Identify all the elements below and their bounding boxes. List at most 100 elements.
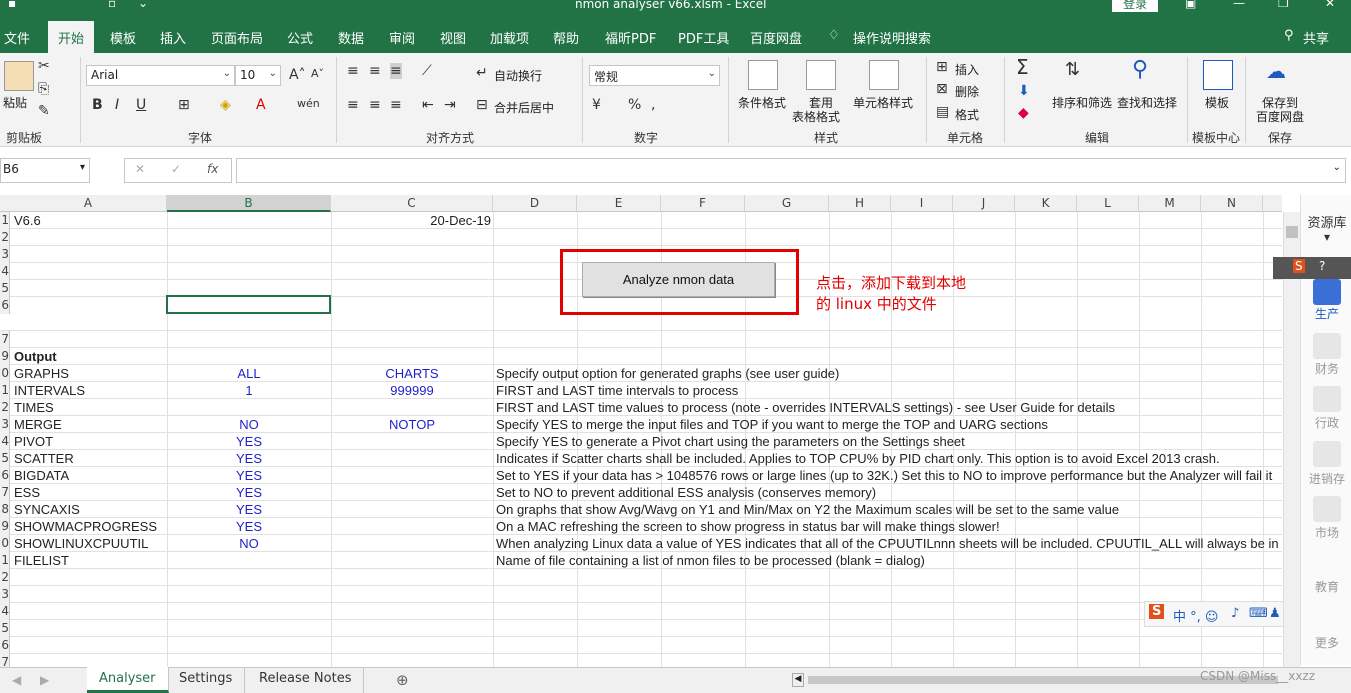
market-icon[interactable] xyxy=(1313,496,1341,522)
customize-icon[interactable]: ▫ xyxy=(108,0,116,10)
prev-sheet-icon[interactable]: ◀ xyxy=(12,673,21,687)
formula-input[interactable]: ⌄ xyxy=(236,158,1346,183)
align-top-icon[interactable]: ≡ xyxy=(347,63,359,79)
align-left-icon[interactable]: ≡ xyxy=(347,97,359,113)
find-select-button[interactable]: 查找和选择 xyxy=(1117,94,1177,111)
name-box[interactable]: B6 ▾ xyxy=(0,158,90,183)
cell-setting-option[interactable]: NOTOP xyxy=(331,416,493,433)
orientation-icon[interactable]: ⟋ xyxy=(422,63,432,79)
cut-icon[interactable]: ✂ xyxy=(38,58,50,74)
login-button[interactable]: 登录 xyxy=(1112,0,1158,12)
cell-setting-description[interactable]: FIRST and LAST time values to process (n… xyxy=(496,399,1115,416)
cell-setting-value[interactable]: YES xyxy=(167,501,331,518)
cell-setting-name[interactable]: TIMES xyxy=(14,399,54,416)
menu-data[interactable]: 数据 xyxy=(338,28,364,47)
next-sheet-icon[interactable]: ▶ xyxy=(40,673,49,687)
align-middle-icon[interactable]: ≡ xyxy=(369,63,381,79)
cell-output-heading[interactable]: Output xyxy=(14,348,57,365)
col-header-c[interactable]: C xyxy=(331,195,493,212)
border-icon[interactable]: ⊞ xyxy=(178,97,190,113)
cell-c1[interactable]: 20-Dec-19 xyxy=(331,212,491,229)
restore-icon[interactable]: ❐ xyxy=(1278,0,1289,10)
copy-icon[interactable]: ⎘ xyxy=(38,81,49,97)
comma-icon[interactable]: , xyxy=(651,97,655,113)
decrease-indent-icon[interactable]: ⇤ xyxy=(422,97,434,113)
row-header[interactable]: 5 xyxy=(0,620,10,637)
side-item-market[interactable]: 市场 xyxy=(1305,524,1349,541)
tab-settings[interactable]: Settings xyxy=(167,667,246,693)
autosum-icon[interactable]: Σ xyxy=(1016,55,1029,79)
cell-setting-value[interactable]: NO xyxy=(167,535,331,552)
row-header[interactable]: 4 xyxy=(0,603,10,620)
keyboard-icon[interactable]: ⌨ xyxy=(1249,606,1268,621)
currency-icon[interactable]: ¥ xyxy=(592,97,601,113)
cell-setting-name[interactable]: INTERVALS xyxy=(14,382,85,399)
chevron-down-icon[interactable]: ▾ xyxy=(1305,230,1349,244)
finance-icon[interactable] xyxy=(1313,333,1341,359)
grow-font-icon[interactable]: A˄ xyxy=(289,67,306,83)
col-header-n[interactable]: N xyxy=(1201,195,1263,212)
side-item-finance[interactable]: 财务 xyxy=(1305,360,1349,377)
cell-setting-value[interactable]: YES xyxy=(167,518,331,535)
col-header-f[interactable]: F xyxy=(661,195,745,212)
row-header[interactable]: 9 xyxy=(0,518,10,535)
selected-cell[interactable] xyxy=(166,295,331,314)
menu-insert[interactable]: 插入 xyxy=(160,28,186,47)
font-color-icon[interactable]: A xyxy=(256,97,266,113)
increase-indent-icon[interactable]: ⇥ xyxy=(444,97,456,113)
insert-function-button[interactable]: fx xyxy=(207,162,218,176)
row-header[interactable]: 6 xyxy=(0,467,10,484)
cell-setting-value[interactable]: ALL xyxy=(167,365,331,382)
cell-setting-description[interactable]: Specify YES to merge the input files and… xyxy=(496,416,1048,433)
production-icon[interactable] xyxy=(1313,279,1341,305)
save-netdisk-label-2[interactable]: 百度网盘 xyxy=(1256,108,1304,125)
row-header[interactable]: 9 xyxy=(0,348,10,365)
cell-setting-name[interactable]: GRAPHS xyxy=(14,365,69,382)
percent-icon[interactable]: % xyxy=(628,97,641,113)
merge-center-button[interactable]: 合并后居中 xyxy=(494,99,554,116)
ime-toolbar[interactable]: S ? xyxy=(1273,257,1351,279)
row-header[interactable]: 1 xyxy=(0,552,10,569)
shrink-font-icon[interactable]: A˅ xyxy=(311,67,324,80)
row-header[interactable]: 5 xyxy=(0,450,10,467)
menu-page-layout[interactable]: 页面布局 xyxy=(211,28,263,47)
fill-color-icon[interactable]: ◈ xyxy=(220,97,231,113)
row-header[interactable]: 8 xyxy=(0,501,10,518)
menu-addins[interactable]: 加载项 xyxy=(490,28,529,47)
cell-setting-description[interactable]: FIRST and LAST time intervals to process xyxy=(496,382,738,399)
col-header-d[interactable]: D xyxy=(493,195,577,212)
col-header-j[interactable]: J xyxy=(953,195,1015,212)
administration-icon[interactable] xyxy=(1313,386,1341,412)
row-header[interactable]: 4 xyxy=(0,263,10,280)
row-header[interactable]: 3 xyxy=(0,246,10,263)
cell-setting-name[interactable]: SHOWMACPROGRESS xyxy=(14,518,157,535)
menu-template[interactable]: 模板 xyxy=(110,28,136,47)
ribbon-display-icon[interactable]: ▣ xyxy=(1185,0,1196,10)
menu-view[interactable]: 视图 xyxy=(440,28,466,47)
help-icon[interactable]: ? xyxy=(1319,259,1325,273)
minimize-icon[interactable]: — xyxy=(1233,0,1245,10)
ime-status-bar[interactable]: S 中 °, ☺ ♪ ⌨ ♟ xyxy=(1144,601,1284,627)
align-right-icon[interactable]: ≡ xyxy=(390,97,402,113)
microphone-icon[interactable]: ♪ xyxy=(1231,606,1239,621)
side-item-education[interactable]: 教育 xyxy=(1305,578,1349,595)
row-header[interactable]: 0 xyxy=(0,365,10,382)
resource-panel-title[interactable]: 资源库 xyxy=(1305,212,1349,231)
bold-icon[interactable]: B xyxy=(92,97,103,113)
menu-pdf-tools[interactable]: PDF工具 xyxy=(678,28,729,47)
cell-setting-name[interactable]: SCATTER xyxy=(14,450,74,467)
vertical-scrollbar[interactable] xyxy=(1283,212,1300,667)
side-item-more[interactable]: 更多 xyxy=(1305,634,1349,651)
cell-setting-description[interactable]: On a MAC refreshing the screen to show p… xyxy=(496,518,1000,535)
format-cells-button[interactable]: 格式 xyxy=(955,106,979,123)
col-header-b[interactable]: B xyxy=(167,195,331,212)
cell-a1[interactable]: V6.6 xyxy=(14,212,41,229)
italic-icon[interactable]: I xyxy=(115,97,119,113)
menu-file[interactable]: 文件 xyxy=(4,28,30,47)
cell-setting-name[interactable]: ESS xyxy=(14,484,40,501)
row-header[interactable]: 2 xyxy=(0,569,10,586)
expand-formula-icon[interactable]: ⌄ xyxy=(1333,162,1341,173)
col-header-h[interactable]: H xyxy=(829,195,891,212)
col-header-l[interactable]: L xyxy=(1077,195,1139,212)
row-header[interactable]: 1 xyxy=(0,212,10,229)
